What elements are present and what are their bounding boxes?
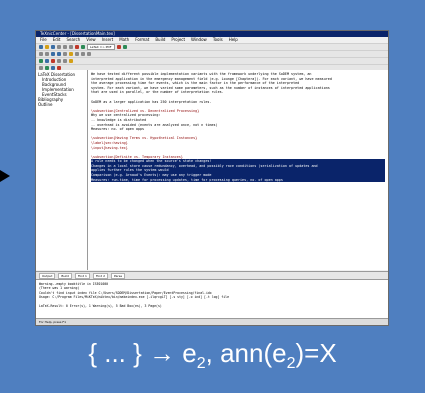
tab-find-2[interactable]: Find 2 (92, 272, 108, 279)
tree-item[interactable]: Outline (38, 102, 85, 107)
align-left-icon[interactable] (75, 52, 79, 56)
cut-icon[interactable] (57, 45, 61, 49)
menu-item-file[interactable]: File (40, 37, 47, 43)
menu-item-insert[interactable]: Insert (102, 37, 113, 43)
new-file-icon[interactable] (39, 45, 43, 49)
output-tabs: Output Build Find 1 Find 2 Parse (36, 271, 388, 279)
slide-caption: { ... } → e2, ann(e2)=X (0, 338, 425, 373)
bold-icon[interactable] (51, 52, 55, 56)
open-folder-icon[interactable] (45, 45, 49, 49)
view-output-icon[interactable] (122, 45, 127, 49)
caption-suffix: )=X (295, 338, 337, 368)
tab-parse[interactable]: Parse (110, 272, 126, 279)
toolbar-3 (36, 58, 388, 65)
bookmark-icon[interactable] (69, 52, 73, 56)
outdent-icon[interactable] (45, 52, 49, 56)
caption-subscript: 2 (196, 355, 206, 373)
paste-icon[interactable] (69, 45, 73, 49)
italic-icon[interactable] (57, 52, 61, 56)
copy-icon[interactable] (63, 45, 67, 49)
save-icon[interactable] (51, 45, 55, 49)
math-icon[interactable] (39, 59, 43, 63)
project-tree: LaTeX Dissertation Introduction Backgrou… (36, 70, 88, 270)
menu-item-tools[interactable]: Tools (213, 37, 223, 43)
greek-icon[interactable] (69, 59, 73, 63)
align-center-icon[interactable] (81, 52, 85, 56)
redo-icon[interactable] (81, 45, 85, 49)
tab-build[interactable]: Build (58, 272, 72, 279)
caption-prefix: { ... } → e (88, 338, 197, 368)
menu-item-project[interactable]: Project (171, 37, 185, 43)
menu-item-edit[interactable]: Edit (53, 37, 61, 43)
main-area: LaTeX Dissertation Introduction Backgrou… (36, 70, 388, 270)
editor-pane[interactable]: We have tested different possible implem… (88, 70, 388, 270)
caption-middle: , ann(e (205, 338, 287, 368)
menu-item-build[interactable]: Build (155, 37, 165, 43)
status-bar: For Help, press F1 (36, 318, 388, 325)
console-line: LaTeX-Result: 0 Error(s), 1 Warning(s), … (39, 304, 162, 309)
underline-icon[interactable] (63, 52, 67, 56)
menu-item-format[interactable]: Format (135, 37, 149, 43)
menu-bar: File Edit Search View Insert Math Format… (36, 37, 388, 44)
sqrt-icon[interactable] (51, 59, 55, 63)
tab-output[interactable]: Output (39, 272, 56, 279)
selected-line: Measures: run-time, time for processing … (91, 177, 385, 183)
editor-screenshot: TeXnicCenter - [DissertationMain.tex] Fi… (35, 30, 389, 326)
sum-icon[interactable] (57, 59, 61, 63)
build-icon[interactable] (116, 45, 121, 49)
output-profile-select[interactable]: LaTeX => PDF (87, 44, 115, 50)
align-right-icon[interactable] (87, 52, 91, 56)
indent-icon[interactable] (39, 52, 43, 56)
tab-find-1[interactable]: Find 1 (74, 272, 90, 279)
toolbar-2 (36, 51, 388, 58)
menu-item-help[interactable]: Help (229, 37, 238, 43)
toolbar-1: LaTeX => PDF (36, 44, 388, 51)
fraction-icon[interactable] (45, 59, 49, 63)
build-output: Warning--empty booktitle in ISE01000 (Th… (36, 279, 388, 319)
undo-icon[interactable] (75, 45, 79, 49)
integral-icon[interactable] (63, 59, 67, 63)
menu-item-view[interactable]: View (86, 37, 96, 43)
menu-item-math[interactable]: Math (119, 37, 129, 43)
menu-item-search[interactable]: Search (66, 37, 80, 43)
left-arrow-icon (0, 170, 10, 182)
menu-item-window[interactable]: Window (191, 37, 207, 43)
